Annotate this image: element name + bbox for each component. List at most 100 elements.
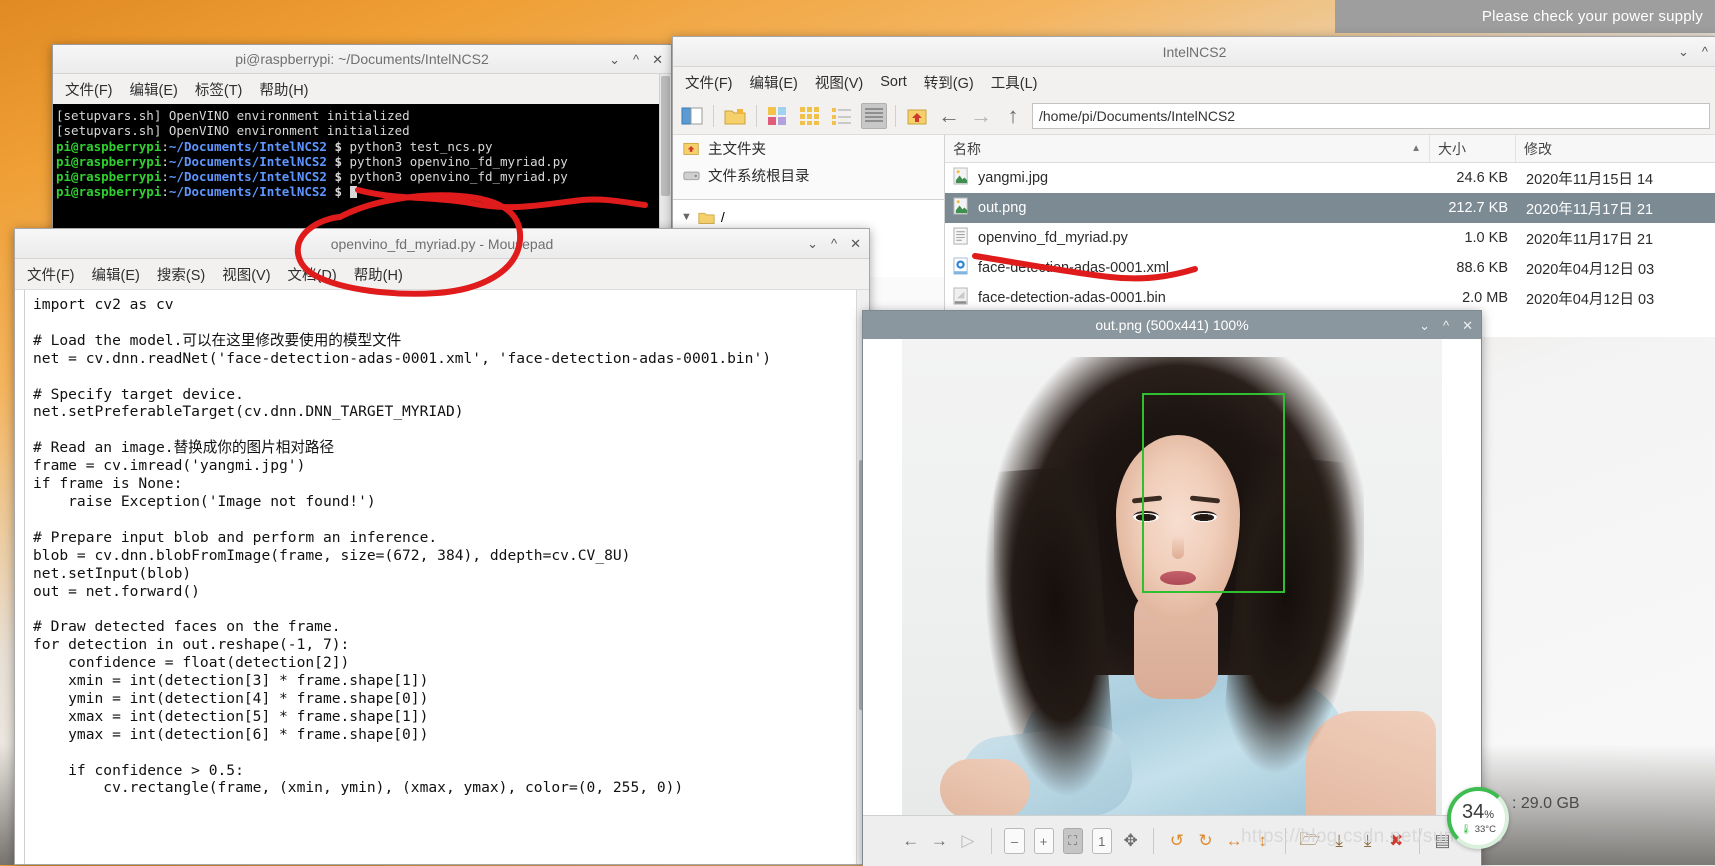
maximize-icon[interactable]: ^ [633, 53, 639, 66]
file-size-cell: 88.6 KB [1456, 260, 1508, 276]
close-icon[interactable]: ✕ [652, 53, 663, 66]
mp-menu-help[interactable]: 帮助(H) [354, 264, 403, 285]
terminal-menu-tabs[interactable]: 标签(T) [195, 79, 243, 100]
toolbar-separator [756, 104, 757, 127]
fm-menu-file[interactable]: 文件(F) [685, 72, 733, 93]
file-list[interactable]: 名称 ▲ 大小 修改 yangmi.jpg 24.6 KB 2020年11月15日 … [945, 135, 1715, 337]
close-icon[interactable]: ✕ [1462, 319, 1473, 332]
original-size-button[interactable]: 1 [1091, 828, 1112, 854]
mousepad-titlebar[interactable]: openvino_fd_myriad.py - Mousepad ⌄ ^ ✕ [15, 229, 869, 259]
home-icon[interactable] [904, 103, 930, 129]
fm-menu-tools[interactable]: 工具(L) [991, 72, 1038, 93]
image-viewer-window[interactable]: out.png (500x441) 100% ⌄ ^ ✕ ← → ▷ – + ⛶… [862, 310, 1482, 866]
face-detection-bounding-box [1142, 393, 1285, 593]
view-compact-icon[interactable] [829, 103, 855, 129]
file-size-cell: 212.7 KB [1448, 200, 1508, 216]
image-viewer-window-controls[interactable]: ⌄ ^ ✕ [1419, 319, 1473, 332]
table-row[interactable]: face-detection-adas-0001.xml 88.6 KB 2020年… [945, 253, 1715, 283]
minimize-icon[interactable]: ⌄ [807, 237, 818, 250]
column-header-size[interactable]: 大小 [1430, 135, 1516, 162]
new-tab-icon[interactable] [679, 103, 705, 129]
table-row[interactable]: yangmi.jpg 24.6 KB 2020年11月15日 14 [945, 163, 1715, 193]
fm-menu-view[interactable]: 视图(V) [815, 72, 863, 93]
terminal-menu-file[interactable]: 文件(F) [65, 79, 113, 100]
terminal-window-controls[interactable]: ⌄ ^ ✕ [609, 53, 663, 66]
file-manager-menubar[interactable]: 文件(F) 编辑(E) 视图(V) Sort 转到(G) 工具(L) [673, 67, 1715, 97]
zoom-in-button[interactable]: + [1033, 828, 1054, 854]
terminal-menu-help[interactable]: 帮助(H) [259, 79, 308, 100]
mp-menu-edit[interactable]: 编辑(E) [92, 264, 140, 285]
zoom-out-button[interactable]: – [1004, 828, 1025, 854]
full-screen-button[interactable]: ✥ [1121, 828, 1141, 854]
maximize-icon[interactable]: ^ [831, 237, 837, 250]
terminal-line: pi@raspberrypi:~/Documents/IntelNCS2 $ p… [56, 153, 568, 169]
fm-menu-edit[interactable]: 编辑(E) [750, 72, 798, 93]
column-header-name[interactable]: 名称 ▲ [945, 135, 1430, 162]
fit-window-button[interactable]: ⛶ [1062, 828, 1083, 854]
toolbar-separator [713, 104, 714, 127]
file-list-rows[interactable]: yangmi.jpg 24.6 KB 2020年11月15日 14 out.png 21… [945, 163, 1715, 313]
sidebar-item-filesystem-root[interactable]: 文件系统根目录 [673, 162, 944, 189]
mp-menu-search[interactable]: 搜索(S) [157, 264, 205, 285]
file-manager-window-controls[interactable]: ⌄ ^ [1678, 45, 1708, 58]
previous-image-button[interactable]: ← [901, 828, 921, 854]
fm-menu-sort[interactable]: Sort [880, 74, 907, 90]
table-row[interactable]: openvino_fd_myriad.py 1.0 KB 2020年11月17日 2… [945, 223, 1715, 253]
table-row[interactable]: out.png 212.7 KB 2020年11月17日 21 [945, 193, 1715, 223]
file-name-text: openvino_fd_myriad.py [978, 230, 1128, 246]
minimize-icon[interactable]: ⌄ [1419, 319, 1430, 332]
mp-menu-file[interactable]: 文件(F) [27, 264, 75, 285]
mousepad-editor-area[interactable]: import cv2 as cv # Load the model.可以在这里修… [15, 289, 869, 864]
image-canvas[interactable] [863, 339, 1481, 815]
file-size-cell: 2.0 MB [1462, 290, 1508, 306]
terminal-titlebar[interactable]: pi@raspberrypi: ~/Documents/IntelNCS2 ⌄ … [53, 45, 671, 74]
mp-menu-document[interactable]: 文档(D) [288, 264, 337, 285]
file-name-cell[interactable]: face-detection-adas-0001.xml [945, 257, 1430, 280]
file-manager-titlebar[interactable]: IntelNCS2 ⌄ ^ [673, 37, 1715, 67]
file-name-cell[interactable]: face-detection-adas-0001.bin [945, 287, 1430, 310]
rotate-left-button[interactable]: ↺ [1167, 828, 1187, 854]
column-header-modified[interactable]: 修改 [1516, 135, 1715, 162]
terminal-scrollbar-thumb[interactable] [661, 76, 670, 196]
file-manager-toolbar[interactable]: ← → ↑ /home/pi/Documents/IntelNCS2 [673, 97, 1715, 135]
path-input[interactable]: /home/pi/Documents/IntelNCS2 [1032, 102, 1710, 129]
up-icon[interactable]: ↑ [1000, 103, 1026, 129]
minimize-icon[interactable]: ⌄ [609, 53, 620, 66]
file-name-cell[interactable]: openvino_fd_myriad.py [945, 227, 1430, 250]
file-list-header[interactable]: 名称 ▲ 大小 修改 [945, 135, 1715, 163]
rotate-right-button[interactable]: ↻ [1196, 828, 1216, 854]
file-name-cell[interactable]: out.png [945, 197, 1430, 220]
terminal-line: [setupvars.sh] OpenVINO environment init… [56, 108, 410, 123]
sidebar-item-home[interactable]: 主文件夹 [673, 135, 944, 162]
slideshow-button[interactable]: ▷ [958, 828, 978, 854]
next-image-button[interactable]: → [930, 828, 950, 854]
terminal-menu-edit[interactable]: 编辑(E) [130, 79, 178, 100]
back-icon[interactable]: ← [936, 103, 962, 129]
table-row[interactable]: face-detection-adas-0001.bin 2.0 MB 2020年0… [945, 283, 1715, 313]
cpu-usage-widget[interactable]: 34% 🌡 33°C [1447, 787, 1509, 849]
mousepad-window[interactable]: openvino_fd_myriad.py - Mousepad ⌄ ^ ✕ 文… [14, 228, 870, 865]
view-icons-icon[interactable] [797, 103, 823, 129]
view-detailed-list-icon[interactable] [861, 102, 887, 129]
image-viewer-titlebar[interactable]: out.png (500x441) 100% ⌄ ^ ✕ [863, 311, 1481, 339]
file-name-cell[interactable]: yangmi.jpg [945, 167, 1430, 190]
forward-icon[interactable]: → [968, 103, 994, 129]
xml-file-icon [953, 257, 970, 280]
close-icon[interactable]: ✕ [850, 237, 861, 250]
mousepad-menubar[interactable]: 文件(F) 编辑(E) 搜索(S) 视图(V) 文档(D) 帮助(H) [15, 259, 869, 289]
folder-icon [698, 212, 715, 224]
minimize-icon[interactable]: ⌄ [1678, 45, 1689, 58]
percent-symbol: % [1484, 808, 1495, 821]
maximize-icon[interactable]: ^ [1702, 45, 1708, 58]
new-folder-icon[interactable] [722, 103, 748, 129]
source-code-text[interactable]: import cv2 as cv # Load the model.可以在这里修… [15, 290, 869, 797]
file-size-cell: 24.6 KB [1456, 170, 1508, 186]
mousepad-window-controls[interactable]: ⌄ ^ ✕ [807, 237, 861, 250]
fm-menu-go[interactable]: 转到(G) [924, 72, 974, 93]
maximize-icon[interactable]: ^ [1443, 319, 1449, 332]
tree-row-root[interactable]: ▼ / [673, 205, 944, 229]
terminal-menubar[interactable]: 文件(F) 编辑(E) 标签(T) 帮助(H) [53, 74, 671, 104]
mp-menu-view[interactable]: 视图(V) [222, 264, 270, 285]
chevron-down-icon[interactable]: ▼ [681, 211, 692, 223]
view-thumbnails-icon[interactable] [765, 103, 791, 129]
